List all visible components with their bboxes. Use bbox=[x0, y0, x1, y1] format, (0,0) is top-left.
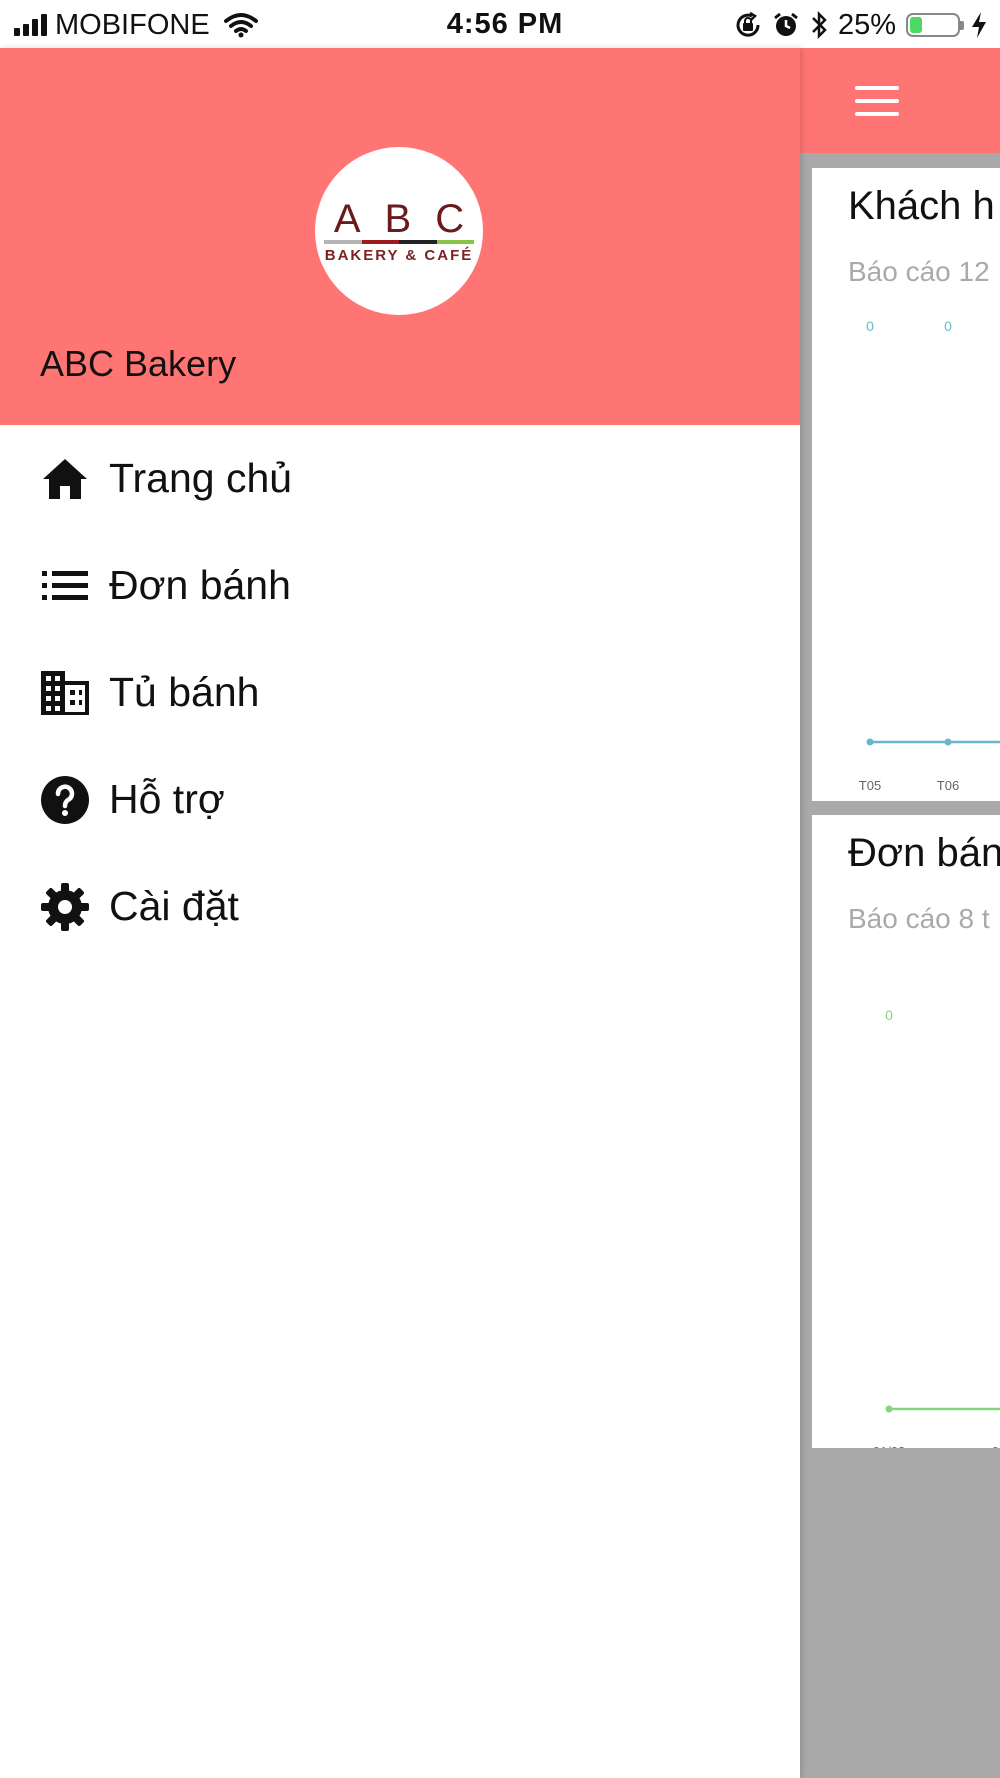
gear-icon bbox=[40, 882, 90, 932]
menu-item-orders[interactable]: Đơn bánh bbox=[0, 532, 800, 639]
bakery-logo: A B C BAKERY & CAFÉ bbox=[315, 147, 483, 315]
menu-item-support[interactable]: Hỗ trợ bbox=[0, 746, 800, 853]
report-card-customers[interactable]: Khách h Báo cáo 12 0 0 T05 T06 bbox=[812, 168, 1000, 801]
x-tick-label: T06 bbox=[937, 778, 959, 793]
hamburger-menu-icon[interactable] bbox=[855, 86, 899, 116]
logo-letter: A bbox=[333, 196, 361, 241]
menu-item-label: Cài đặt bbox=[109, 883, 239, 929]
logo-letter: B bbox=[384, 196, 412, 241]
navigation-drawer: A B C BAKERY & CAFÉ ABC Bakery Trang chủ bbox=[0, 48, 800, 1778]
data-label: 0 bbox=[885, 1007, 893, 1023]
x-tick-label: 01/03 bbox=[873, 1444, 906, 1448]
charging-icon bbox=[972, 12, 986, 38]
x-tick-label: 08 bbox=[992, 1444, 1000, 1448]
report-card-orders[interactable]: Đơn bán Báo cáo 8 t 001/0308 bbox=[812, 815, 1000, 1448]
orders-line-chart: 0 01/03 08 bbox=[873, 1007, 1000, 1448]
menu-item-home[interactable]: Trang chủ bbox=[0, 425, 800, 532]
status-bar: MOBIFONE 4:56 PM 25% bbox=[0, 0, 1000, 48]
logo-letter: C bbox=[435, 196, 465, 241]
logo-tagline: BAKERY & CAFÉ bbox=[324, 246, 474, 264]
menu-item-label: Trang chủ bbox=[109, 455, 293, 501]
drawer-menu: Trang chủ Đơn bánh Tủ bánh Hỗ trợ Cài đặ… bbox=[0, 425, 800, 960]
home-icon bbox=[40, 454, 90, 504]
data-label: 0 bbox=[944, 318, 952, 334]
list-icon bbox=[40, 561, 90, 611]
alarm-icon bbox=[774, 12, 798, 36]
logo-stripe bbox=[324, 239, 474, 244]
data-point bbox=[866, 738, 874, 746]
rotation-lock-icon bbox=[736, 11, 760, 37]
menu-item-settings[interactable]: Cài đặt bbox=[0, 853, 800, 960]
data-point bbox=[885, 1405, 893, 1413]
battery-icon bbox=[906, 13, 964, 37]
drawer-header: A B C BAKERY & CAFÉ ABC Bakery bbox=[0, 48, 800, 425]
background-screen: Khách h Báo cáo 12 0 0 T05 T06 Đơn bán Báo … bbox=[800, 48, 1000, 1778]
bluetooth-icon bbox=[812, 10, 827, 40]
battery-percent: 25% bbox=[837, 8, 896, 41]
menu-item-cake-cabinet[interactable]: Tủ bánh bbox=[0, 639, 800, 746]
shop-name: ABC Bakery bbox=[40, 343, 237, 384]
data-point bbox=[944, 738, 952, 746]
menu-item-label: Hỗ trợ bbox=[109, 776, 225, 822]
customers-line-chart: 0 0 T05 T06 bbox=[859, 318, 1000, 793]
x-tick-label: T05 bbox=[859, 778, 881, 793]
menu-item-label: Tủ bánh bbox=[109, 669, 260, 715]
menu-item-label: Đơn bánh bbox=[109, 562, 291, 608]
app-header bbox=[800, 48, 1000, 153]
help-icon bbox=[40, 775, 90, 825]
building-icon bbox=[40, 668, 90, 718]
data-label: 0 bbox=[866, 318, 874, 334]
